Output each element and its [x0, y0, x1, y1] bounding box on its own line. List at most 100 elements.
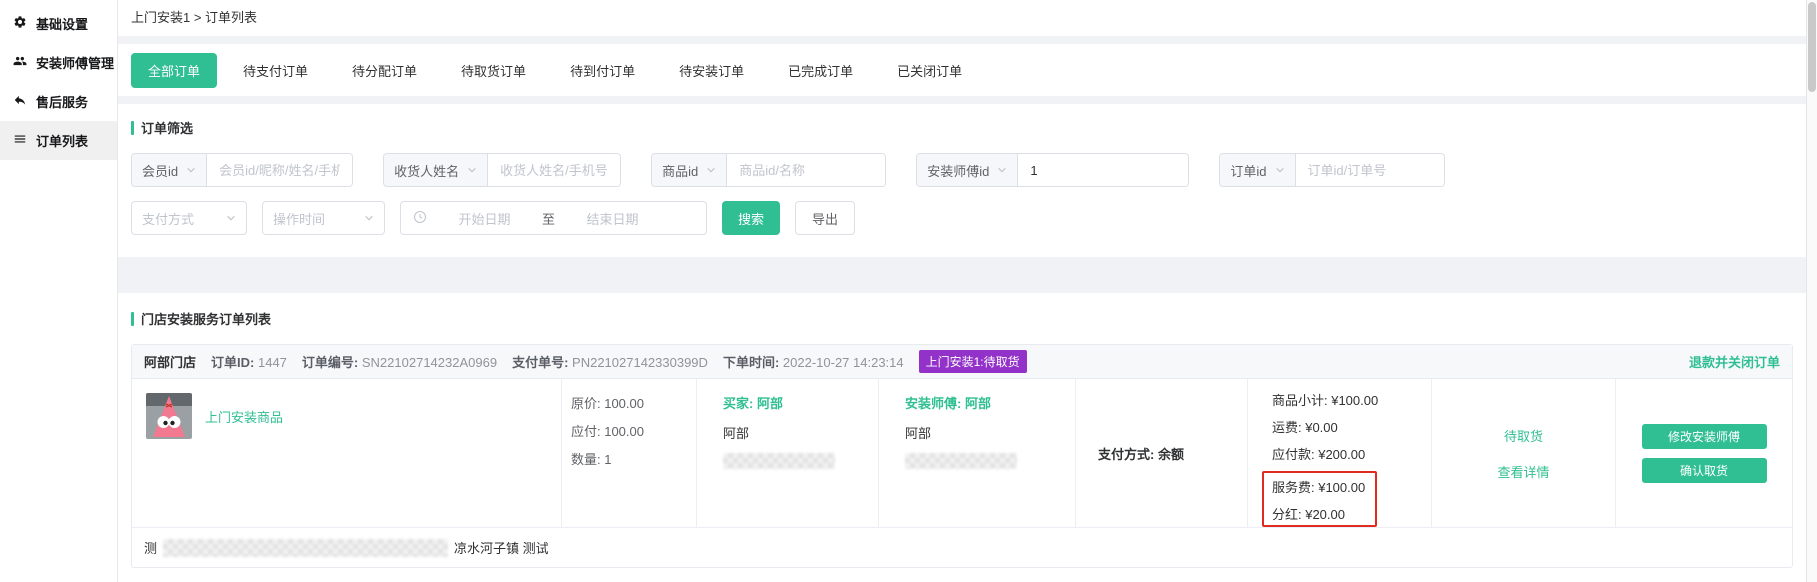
date-range-picker[interactable]: 开始日期 至 结束日期 — [400, 201, 707, 235]
end-date-input[interactable]: 结束日期 — [565, 209, 660, 228]
payable-price: 应付: 100.00 — [571, 421, 696, 440]
sidebar-item-label: 基础设置 — [36, 14, 88, 33]
address-prefix: 测 — [144, 538, 157, 557]
sidebar-item-order-list[interactable]: 订单列表 — [0, 121, 117, 160]
tab-pending-cod[interactable]: 待到付订单 — [570, 61, 635, 80]
service-fee: 服务费: ¥100.00 — [1272, 477, 1365, 496]
refund-close-link[interactable]: 退款并关闭订单 — [1689, 352, 1780, 371]
order-tabs: 全部订单 待支付订单 待分配订单 待取货订单 待到付订单 待安装订单 已完成订单… — [118, 44, 1806, 96]
product-filter: 商品id — [651, 153, 886, 187]
fee-highlight-box: 服务费: ¥100.00 分红: ¥20.00 — [1262, 471, 1377, 527]
tab-pending-payment[interactable]: 待支付订单 — [243, 61, 308, 80]
receiver-name-select[interactable]: 收货人姓名 — [384, 154, 488, 186]
receiver-filter: 收货人姓名 — [383, 153, 621, 187]
status-cell: 待取货 查看详情 — [1431, 379, 1615, 527]
product-cell: 上门安装商品 — [132, 379, 561, 527]
tab-closed[interactable]: 已关闭订单 — [897, 61, 962, 80]
app-root: 基础设置 安装师傅管理 售后服务 订单列表 上门安装1 > 订单列表 全部订单 … — [0, 0, 1817, 582]
start-date-input[interactable]: 开始日期 — [437, 209, 532, 228]
gear-icon — [13, 15, 27, 32]
view-detail-link[interactable]: 查看详情 — [1497, 462, 1549, 481]
buyer-cell: 买家: 阿部 阿部 — [696, 379, 878, 527]
amount-summary-cell: 商品小计: ¥100.00 运费: ¥0.00 应付款: ¥200.00 服务费… — [1247, 379, 1431, 527]
chevron-down-icon — [364, 211, 374, 226]
address-line: 测 凉水河子镇 测试 — [132, 527, 1792, 567]
order-list-panel: 门店安装服务订单列表 阿部门店 订单ID: 1447 订单编号: SN22102… — [118, 293, 1806, 582]
chevron-down-icon — [226, 211, 236, 226]
breadcrumb: 上门安装1 > 订单列表 — [118, 0, 1806, 36]
pickup-status: 待取货 — [1504, 426, 1543, 445]
search-button[interactable]: 搜索 — [722, 201, 780, 235]
chevron-down-icon — [1275, 163, 1285, 178]
payment-sn: 支付单号: PN221027142330399D — [512, 352, 708, 371]
change-installer-button[interactable]: 修改安装师傅 — [1642, 424, 1767, 449]
order-time: 下单时间: 2022-10-27 14:23:14 — [723, 352, 904, 371]
sidebar-item-basic-settings[interactable]: 基础设置 — [0, 4, 117, 43]
product-name-link[interactable]: 上门安装商品 — [205, 407, 283, 426]
installer-name: 阿部 — [905, 423, 1075, 442]
store-name: 阿部门店 — [144, 352, 196, 371]
chevron-down-icon — [706, 163, 716, 178]
users-icon — [13, 54, 27, 71]
buyer-title: 买家: 阿部 — [723, 393, 878, 412]
sidebar: 基础设置 安装师傅管理 售后服务 订单列表 — [0, 0, 118, 582]
order-id-select[interactable]: 订单id — [1220, 154, 1295, 186]
payment-method-select[interactable]: 支付方式 — [131, 201, 247, 235]
product-id-select[interactable]: 商品id — [652, 154, 727, 186]
tab-pending-assign[interactable]: 待分配订单 — [352, 61, 417, 80]
tab-pending-pickup[interactable]: 待取货订单 — [461, 61, 526, 80]
tab-all-orders[interactable]: 全部订单 — [131, 53, 217, 88]
installer-id-select[interactable]: 安装师傅id — [917, 154, 1018, 186]
buyer-phone-redacted — [723, 453, 835, 469]
chevron-down-icon — [467, 163, 477, 178]
installer-filter: 安装师傅id — [916, 153, 1189, 187]
price-cell: 原价: 100.00 应付: 100.00 数量: 1 — [561, 379, 696, 527]
tab-pending-install[interactable]: 待安装订单 — [679, 61, 744, 80]
sidebar-item-installer-management[interactable]: 安装师傅管理 — [0, 43, 117, 82]
sidebar-item-label: 订单列表 — [36, 131, 88, 150]
member-filter: 会员id — [131, 153, 353, 187]
installer-title: 安装师傅: 阿部 — [905, 393, 1075, 412]
member-id-select[interactable]: 会员id — [132, 154, 207, 186]
quantity: 数量: 1 — [571, 449, 696, 468]
order-row: 上门安装商品 原价: 100.00 应付: 100.00 数量: 1 买家: 阿… — [132, 379, 1792, 527]
sidebar-item-label: 售后服务 — [36, 92, 88, 111]
breadcrumb-text: 上门安装1 > 订单列表 — [131, 10, 257, 25]
chevron-down-icon — [997, 163, 1007, 178]
order-id: 订单ID: 1447 — [211, 352, 287, 371]
date-separator: 至 — [542, 209, 555, 228]
main-content: 上门安装1 > 订单列表 全部订单 待支付订单 待分配订单 待取货订单 待到付订… — [118, 0, 1806, 582]
order-card: 阿部门店 订单ID: 1447 订单编号: SN22102714232A0969… — [131, 344, 1793, 568]
vertical-scrollbar[interactable] — [1806, 0, 1817, 582]
scrollbar-thumb[interactable] — [1808, 2, 1816, 92]
filter-section-title: 订单筛选 — [131, 118, 1793, 137]
list-icon — [13, 132, 27, 149]
filter-row-1: 会员id 收货人姓名 商品id — [131, 153, 1793, 187]
amount-payable: 应付款: ¥200.00 — [1272, 444, 1431, 463]
subtotal: 商品小计: ¥100.00 — [1272, 390, 1431, 409]
operation-time-select[interactable]: 操作时间 — [262, 201, 385, 235]
sidebar-item-label: 安装师傅管理 — [36, 53, 114, 72]
sidebar-item-after-sales[interactable]: 售后服务 — [0, 82, 117, 121]
order-status-badge: 上门安装1:待取货 — [919, 350, 1027, 373]
section-accent-bar — [131, 312, 134, 326]
member-id-input[interactable] — [207, 154, 352, 186]
export-button[interactable]: 导出 — [795, 201, 855, 235]
product-id-input[interactable] — [727, 154, 885, 186]
reply-icon — [13, 93, 27, 110]
order-id-input[interactable] — [1296, 154, 1444, 186]
clock-icon — [413, 210, 427, 227]
product-image — [146, 393, 192, 439]
shipping-fee: 运费: ¥0.00 — [1272, 417, 1431, 436]
receiver-name-input[interactable] — [488, 154, 620, 186]
confirm-pickup-button[interactable]: 确认取货 — [1642, 458, 1767, 483]
order-sn: 订单编号: SN22102714232A0969 — [302, 352, 497, 371]
installer-id-input[interactable] — [1018, 154, 1188, 186]
tab-completed[interactable]: 已完成订单 — [788, 61, 853, 80]
address-redacted — [163, 539, 448, 557]
installer-cell: 安装师傅: 阿部 阿部 — [878, 379, 1075, 527]
order-card-header: 阿部门店 订单ID: 1447 订单编号: SN22102714232A0969… — [132, 345, 1792, 379]
order-list-section-title: 门店安装服务订单列表 — [131, 309, 1793, 328]
original-price: 原价: 100.00 — [571, 393, 696, 412]
order-id-filter: 订单id — [1219, 153, 1444, 187]
